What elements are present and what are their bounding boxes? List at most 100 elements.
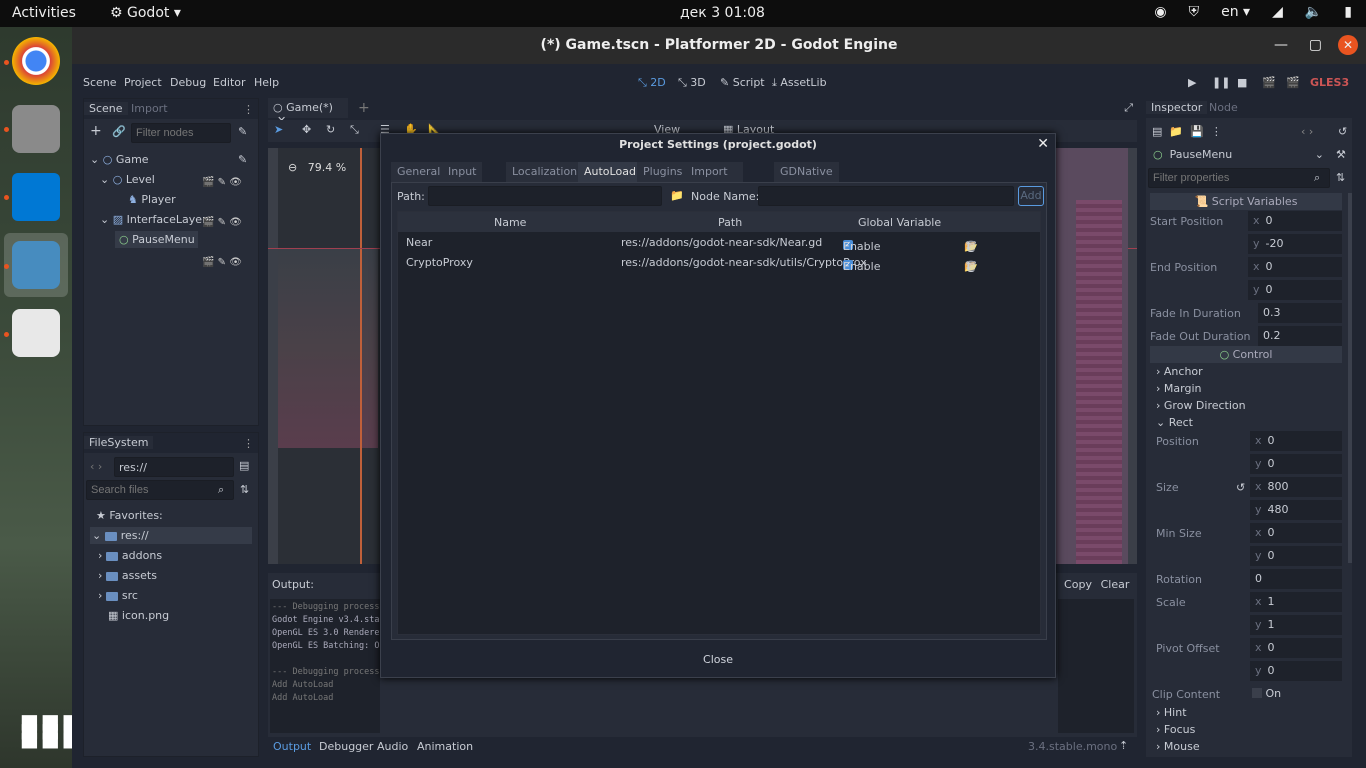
activities-button[interactable]: Activities (12, 5, 76, 21)
new-tab-icon[interactable]: + (358, 100, 370, 116)
app-menu[interactable]: ⚙ Godot ▾ (110, 5, 181, 21)
group-rect[interactable]: ⌄ Rect (1156, 416, 1193, 429)
rotation-field[interactable]: 0 (1250, 569, 1342, 589)
group-mouse[interactable]: › Mouse (1156, 740, 1200, 753)
zoom-controls[interactable]: ⊖ 79.4 % (288, 161, 346, 174)
tab-animation[interactable]: Animation (417, 740, 473, 753)
table-row[interactable]: Near res://addons/godot-near-sdk/Near.gd… (398, 232, 1040, 253)
res-root-item[interactable]: ⌄ res:// (90, 527, 252, 544)
group-focus[interactable]: › Focus (1156, 723, 1195, 736)
revert-icon[interactable]: ↺ (1236, 481, 1245, 494)
table-row[interactable]: CryptoProxy res://addons/godot-near-sdk/… (398, 252, 1040, 273)
min-x-field[interactable]: x0 (1250, 523, 1342, 543)
close-icon[interactable]: ✕ (1338, 35, 1358, 55)
folder-assets[interactable]: › assets (98, 569, 157, 582)
folder-src[interactable]: › src (98, 589, 138, 602)
filter-nodes-input[interactable] (131, 123, 231, 143)
object-properties-icon[interactable]: ⚒ (1336, 148, 1346, 161)
node-action-icons[interactable]: 🎬 ✎ 👁 🎬 ✎ 👁 🎬 ✎ 👁 (202, 173, 242, 273)
close-icon[interactable]: ✕ (1037, 136, 1049, 152)
node-player[interactable]: ♞ Player (128, 193, 176, 206)
history-nav-icon[interactable]: ‹ › (1301, 125, 1313, 138)
kebab-icon[interactable]: ⋮ (243, 103, 254, 116)
files-icon[interactable] (12, 105, 60, 153)
tab-input-map[interactable]: Input Map (442, 162, 483, 198)
scale-x-field[interactable]: x1 (1250, 592, 1342, 612)
load-resource-icon[interactable]: 📁 (1169, 125, 1183, 138)
select-tool-icon[interactable]: ➤ (274, 123, 283, 136)
favorites-item[interactable]: ★ Favorites: (96, 509, 163, 522)
clip-content-checkbox[interactable]: On (1252, 687, 1281, 700)
stop-icon[interactable]: ■ (1237, 76, 1247, 89)
tab-import[interactable]: Import (126, 102, 173, 115)
min-y-field[interactable]: y0 (1250, 546, 1342, 566)
node-game[interactable]: ⌄ ○ Game (90, 153, 149, 166)
expand-panel-icon[interactable]: ⇡ (1119, 739, 1128, 752)
tab-output[interactable]: Output (273, 740, 311, 753)
tab-scene[interactable]: Scene (84, 102, 128, 115)
start-x-field[interactable]: x0 (1248, 211, 1342, 231)
tab-inspector[interactable]: Inspector (1146, 101, 1208, 114)
add-button[interactable]: Add (1018, 186, 1044, 206)
renderer-select[interactable]: GLES3 (1310, 76, 1349, 89)
node-interfacelayer[interactable]: ⌄ ▨ InterfaceLayer (100, 213, 207, 226)
node-pausemenu[interactable]: ○ PauseMenu (115, 231, 198, 248)
tab-gdnative[interactable]: GDNative (774, 162, 839, 182)
tab-debugger[interactable]: Debugger (319, 740, 373, 753)
fade-out-field[interactable]: 0.2 (1258, 326, 1342, 346)
tab-general[interactable]: General (391, 162, 447, 182)
size-y-field[interactable]: y 480 (1250, 500, 1342, 520)
clock[interactable]: дек 3 01:08 (680, 5, 765, 21)
scale-tool-icon[interactable]: ⤡ (350, 123, 359, 137)
tab-plugins[interactable]: Plugins (637, 162, 689, 182)
back-icon[interactable]: ‹ › (90, 460, 102, 473)
property-options-icon[interactable]: ⇅ (1336, 171, 1345, 184)
group-margin[interactable]: › Margin (1156, 382, 1201, 395)
menu-project[interactable]: Project (124, 76, 162, 89)
group-hint[interactable]: › Hint (1156, 706, 1187, 719)
clear-button[interactable]: Clear (1098, 575, 1132, 595)
menu-debug[interactable]: Debug (170, 76, 206, 89)
chrome-icon[interactable] (12, 37, 60, 85)
inspector-scrollbar[interactable] (1348, 193, 1352, 563)
folder-addons[interactable]: › addons (98, 549, 162, 562)
close-button[interactable]: Close (698, 650, 738, 670)
text-editor-icon[interactable] (12, 309, 60, 357)
tab-import-defaults[interactable]: Import Defaults (685, 162, 743, 198)
autoload-path[interactable]: res://addons/godot-near-sdk/Near.gd (621, 236, 822, 249)
scene-tab-game[interactable]: ○ Game(*) ✕ (268, 98, 348, 127)
tab-localization[interactable]: Localization (506, 162, 584, 182)
pivot-x-field[interactable]: x0 (1250, 638, 1342, 658)
add-node-icon[interactable]: + (90, 123, 102, 139)
kebab-icon[interactable]: ⋮ (243, 437, 254, 450)
volume-icon[interactable]: 🔈 (1305, 4, 1322, 20)
new-resource-icon[interactable]: ▤ (1152, 125, 1162, 138)
section-control[interactable]: ○ Control (1150, 346, 1342, 363)
path-input[interactable] (428, 186, 662, 206)
start-y-field[interactable]: y -20 (1248, 234, 1342, 254)
maximize-icon[interactable]: ▢ (1309, 27, 1322, 64)
minimize-icon[interactable]: — (1274, 27, 1288, 64)
play-scene-icon[interactable]: 🎬 (1262, 76, 1276, 89)
end-y-field[interactable]: y0 (1248, 280, 1342, 300)
fade-in-field[interactable]: 0.3 (1258, 303, 1342, 323)
wifi-icon[interactable]: ◢ (1272, 4, 1283, 20)
shield-icon[interactable]: ⛨ (1189, 4, 1200, 20)
split-view-icon[interactable]: ▤ (239, 459, 249, 472)
group-grow-direction[interactable]: › Grow Direction (1156, 399, 1246, 412)
filter-properties-input[interactable] (1148, 168, 1330, 188)
pos-y-field[interactable]: y0 (1250, 454, 1342, 474)
scale-y-field[interactable]: y1 (1250, 615, 1342, 635)
workspace-2d[interactable]: ⤡ 2D (638, 76, 666, 90)
sort-icon[interactable]: ⇅ (240, 483, 249, 496)
godot-app-icon[interactable] (12, 241, 60, 289)
tab-autoload[interactable]: AutoLoad (578, 162, 642, 182)
copy-button[interactable]: Copy (1062, 575, 1094, 595)
autoload-name[interactable]: Near (406, 236, 432, 249)
section-script-variables[interactable]: 📜 Script Variables (1150, 193, 1342, 210)
steam-icon[interactable]: ◉ (1154, 4, 1166, 20)
menu-editor[interactable]: Editor (213, 76, 246, 89)
zoom-out-icon[interactable]: ⊖ (288, 161, 297, 174)
distraction-free-icon[interactable]: ⤢ (1124, 101, 1133, 115)
language-indicator[interactable]: en ▾ (1221, 4, 1250, 20)
